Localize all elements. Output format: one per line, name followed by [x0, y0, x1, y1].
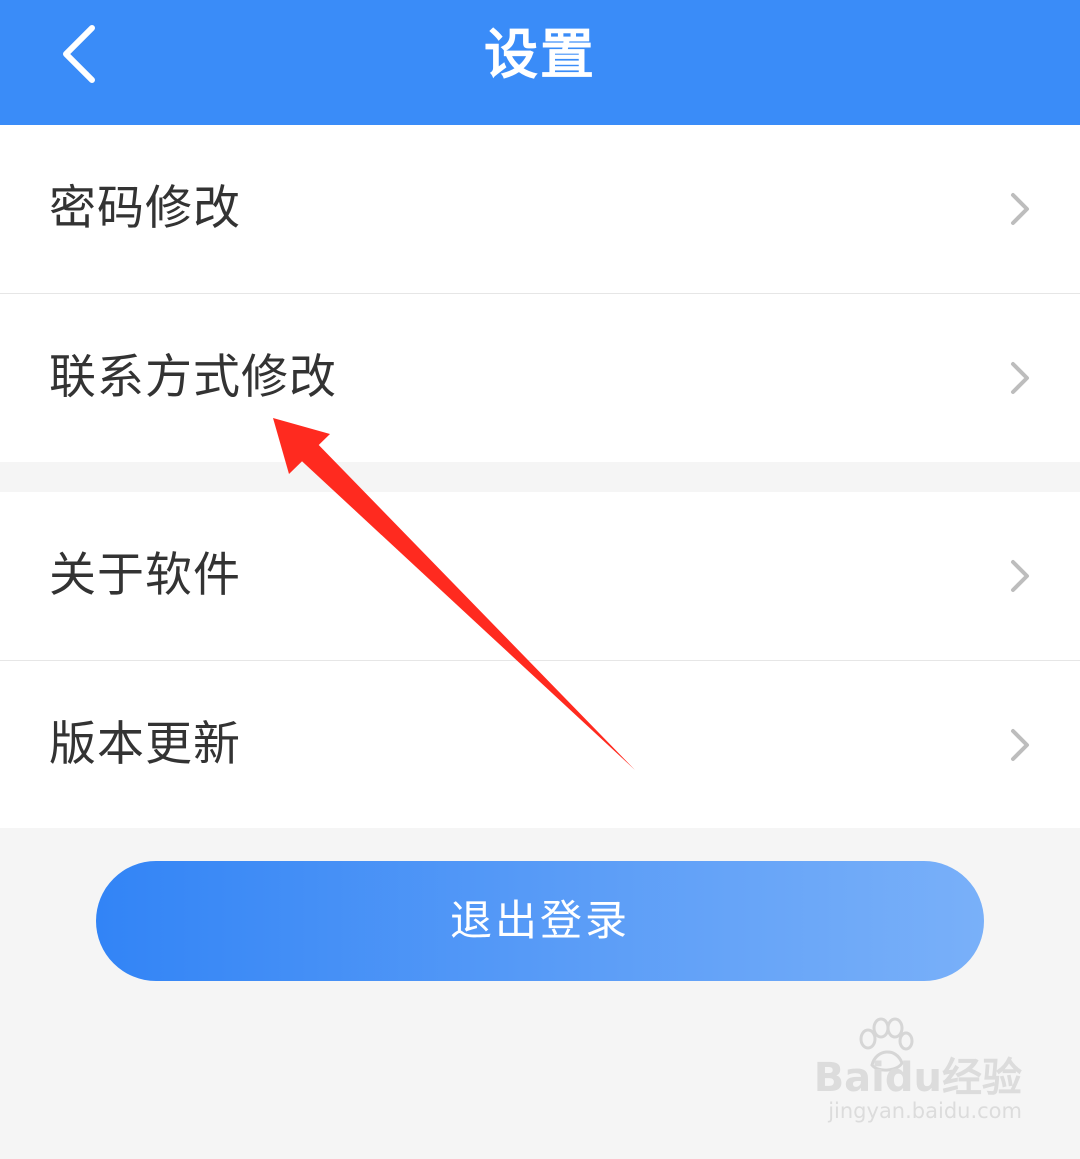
settings-item-label: 关于软件: [49, 548, 241, 603]
chevron-right-icon: [1011, 560, 1029, 592]
settings-screen: 设置 密码修改 联系方式修改 关于软件 版本更新 退出登录 Baidu经验 ji…: [0, 0, 1080, 1159]
page-title: 设置: [484, 23, 596, 86]
settings-item-change-contact[interactable]: 联系方式修改: [0, 293, 1080, 462]
settings-item-change-password[interactable]: 密码修改: [0, 125, 1080, 293]
settings-item-label: 联系方式修改: [49, 350, 337, 405]
settings-item-version-update[interactable]: 版本更新: [0, 660, 1080, 829]
settings-group-account: 密码修改 联系方式修改: [0, 125, 1080, 462]
chevron-right-icon: [1011, 193, 1029, 225]
logout-button[interactable]: 退出登录: [96, 861, 984, 981]
baidu-jingyan-watermark: Baidu经验 jingyan.baidu.com: [814, 1017, 1022, 1137]
settings-item-about[interactable]: 关于软件: [0, 492, 1080, 660]
paw-icon: [859, 1017, 914, 1072]
settings-group-app: 关于软件 版本更新: [0, 492, 1080, 828]
settings-item-label: 版本更新: [49, 717, 241, 772]
top-nav-bar: 设置: [0, 0, 1080, 125]
watermark-url: jingyan.baidu.com: [828, 1099, 1022, 1123]
watermark-logo: Baidu经验: [813, 1055, 1022, 1101]
settings-item-label: 密码修改: [49, 181, 241, 236]
chevron-right-icon: [1011, 729, 1029, 761]
chevron-right-icon: [1011, 362, 1029, 394]
